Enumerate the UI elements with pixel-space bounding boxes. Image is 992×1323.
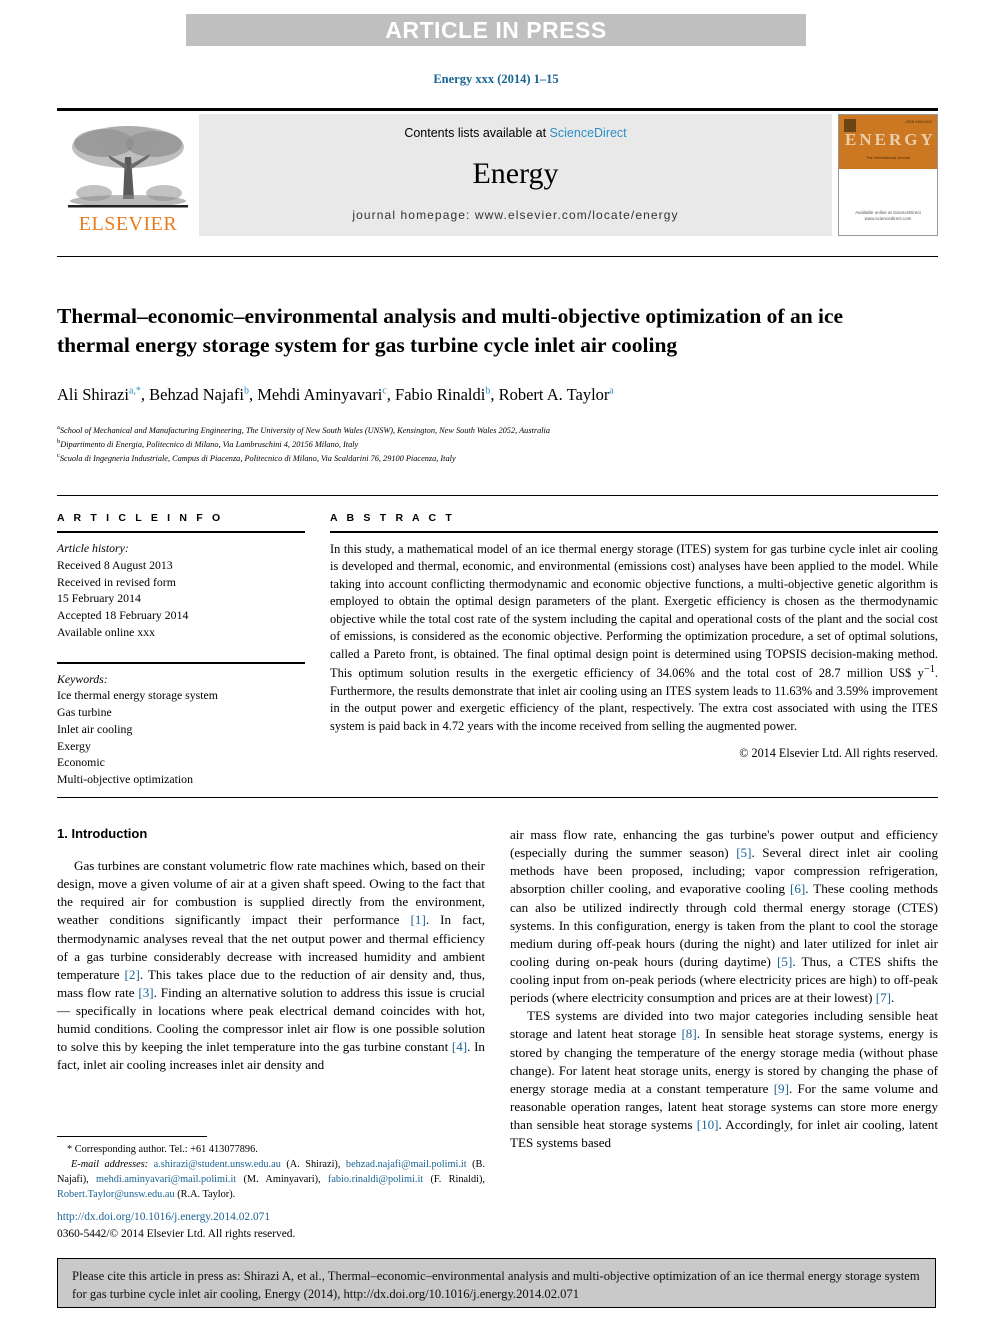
keywords-rule — [57, 661, 305, 664]
body-column-right: air mass flow rate, enhancing the gas tu… — [510, 826, 938, 1152]
body-divider — [57, 797, 938, 798]
journal-cover-thumbnail: ISSN 0360-5442 ENERGY The International … — [838, 114, 938, 236]
history-item: Available online xxx — [57, 624, 156, 639]
abstract-panel: A B S T R A C T In this study, a mathema… — [330, 512, 938, 761]
cover-subtitle: The International Journal — [865, 155, 911, 160]
doi-block: http://dx.doi.org/10.1016/j.energy.2014.… — [57, 1209, 485, 1243]
journal-homepage-line[interactable]: journal homepage: www.elsevier.com/locat… — [352, 208, 678, 222]
affiliation-item: bDipartimento di Energia, Politecnico di… — [57, 437, 937, 451]
intro-paragraph-1: Gas turbines are constant volumetric flo… — [57, 858, 485, 1073]
keyword-item: Exergy — [57, 738, 91, 753]
intro-paragraph-2: TES systems are divided into two major c… — [510, 1008, 938, 1151]
history-item: Received in revised form — [57, 574, 176, 589]
abstract-text: In this study, a mathematical model of a… — [330, 541, 938, 735]
cite-article-box: Please cite this article in press as: Sh… — [57, 1258, 936, 1308]
abstract-heading: A B S T R A C T — [330, 512, 455, 524]
section-heading-introduction: 1. Introduction — [57, 826, 148, 841]
abstract-copyright: © 2014 Elsevier Ltd. All rights reserved… — [739, 746, 938, 761]
page-title: Thermal–economic–environmental analysis … — [57, 304, 844, 357]
author-list: Ali Shirazia,*, Behzad Najafib, Mehdi Am… — [57, 385, 614, 404]
keyword-item: Gas turbine — [57, 705, 112, 719]
footnote-divider — [57, 1136, 207, 1137]
cover-footer-note: Available online at ScienceDirect www.sc… — [855, 209, 921, 222]
body-column-left: 1. Introduction Gas turbines are constan… — [57, 826, 485, 1075]
journal-reference-line: Energy xxx (2014) 1–15 — [433, 72, 559, 86]
keywords-label: Keywords: — [57, 671, 108, 686]
article-info-rule — [57, 531, 305, 533]
affiliation-item: cScuola di Ingegneria Industriale, Campu… — [57, 451, 937, 465]
contents-available-line: Contents lists available at ScienceDirec… — [404, 126, 626, 140]
affiliation-text: School of Mechanical and Manufacturing E… — [59, 425, 550, 435]
article-info-panel: A R T I C L E I N F O Article history: R… — [57, 512, 305, 788]
issn-copyright-line: 0360-5442/© 2014 Elsevier Ltd. All right… — [57, 1228, 296, 1241]
history-item: 15 February 2014 — [57, 591, 141, 606]
article-in-press-label: ARTICLE IN PRESS — [385, 16, 607, 43]
title-divider — [57, 256, 938, 257]
affiliation-list: aSchool of Mechanical and Manufacturing … — [57, 423, 937, 465]
journal-title: Energy — [472, 157, 559, 190]
corresponding-author-note: * Corresponding author. Tel.: +61 413077… — [67, 1144, 258, 1155]
article-in-press-banner: ARTICLE IN PRESS — [186, 14, 806, 46]
cite-article-text: Please cite this article in press as: Sh… — [72, 1269, 920, 1301]
abstract-rule — [330, 531, 938, 533]
elsevier-logo: ELSEVIER — [57, 114, 199, 236]
info-divider — [57, 495, 938, 496]
history-item: Accepted 18 February 2014 — [57, 608, 189, 622]
article-history-label: Article history: — [57, 541, 129, 555]
keyword-item: Ice thermal energy storage system — [57, 688, 218, 703]
sciencedirect-link[interactable]: ScienceDirect — [550, 126, 627, 140]
footnote-block: * Corresponding author. Tel.: +61 413077… — [57, 1142, 485, 1203]
elsevier-wordmark: ELSEVIER — [78, 213, 178, 235]
keyword-item: Multi-objective optimization — [57, 772, 193, 786]
history-item: Received 8 August 2013 — [57, 557, 173, 572]
keyword-item: Economic — [57, 755, 105, 770]
affiliation-text: Scuola di Ingegneria Industriale, Campus… — [59, 453, 456, 463]
article-info-heading: A R T I C L E I N F O — [57, 512, 224, 524]
cover-issn-note: ISSN 0360-5442 — [906, 120, 932, 124]
cover-header-band: ISSN 0360-5442 ENERGY The International … — [839, 115, 937, 169]
cover-title: ENERGY — [845, 130, 936, 149]
keyword-item: Inlet air cooling — [57, 721, 133, 736]
abstract-part-1: In this study, a mathematical model of a… — [330, 542, 938, 681]
article-history-block: Article history: Received 8 August 2013 … — [57, 540, 305, 641]
journal-masthead: ELSEVIER Contents lists available at Sci… — [57, 108, 938, 236]
elsevier-tree-icon — [68, 126, 188, 208]
intro-paragraph-1-cont: air mass flow rate, enhancing the gas tu… — [510, 827, 939, 1006]
doi-link[interactable]: http://dx.doi.org/10.1016/j.energy.2014.… — [57, 1209, 485, 1226]
keywords-block: Keywords: Ice thermal energy storage sys… — [57, 671, 305, 788]
affiliation-item: aSchool of Mechanical and Manufacturing … — [57, 423, 937, 437]
contents-prefix: Contents lists available at — [404, 126, 550, 140]
affiliation-text: Dipartimento di Energia, Politecnico di … — [60, 439, 359, 449]
masthead-center-panel: Contents lists available at ScienceDirec… — [199, 114, 832, 236]
email-addresses-note: E-mail addresses: a.shirazi@student.unsw… — [57, 1159, 485, 1201]
abstract-superscript: −1 — [923, 664, 935, 676]
